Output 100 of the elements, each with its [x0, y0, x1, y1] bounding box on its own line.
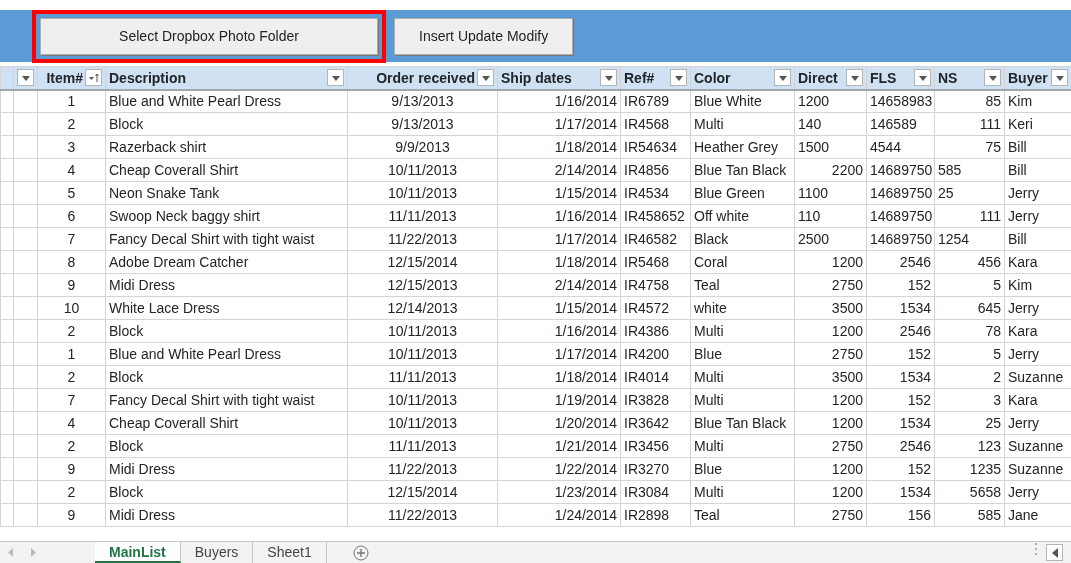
filter-button[interactable]: [670, 69, 687, 87]
table-cell: 2750: [794, 273, 867, 297]
table-cell: 14689750: [866, 204, 935, 228]
filter-button[interactable]: [327, 69, 344, 87]
table-cell: 1/24/2014: [497, 503, 621, 527]
table-cell: 3: [37, 135, 106, 159]
table-cell: 1235: [934, 457, 1005, 481]
table-cell: 156: [866, 503, 935, 527]
table-cell: 5: [934, 273, 1005, 297]
table-cell: 1/16/2014: [497, 89, 621, 113]
table-cell: Blue White: [690, 89, 795, 113]
table-cell: 1534: [866, 411, 935, 435]
table-cell: IR4200: [620, 342, 691, 366]
table-cell: 10/11/2013: [347, 158, 498, 182]
table-cell: 1: [37, 342, 106, 366]
table-cell: IR6789: [620, 89, 691, 113]
column-header: Item#: [45, 68, 83, 88]
table-cell: Multi: [690, 434, 795, 458]
scroll-left-button[interactable]: [1046, 544, 1063, 561]
table-cell: 5: [934, 342, 1005, 366]
table-cell: 14658983: [866, 89, 935, 113]
table-cell: Neon Snake Tank: [105, 181, 348, 205]
table-cell: 2/14/2014: [497, 158, 621, 182]
table-cell: 2200: [794, 158, 867, 182]
table-cell: 110: [794, 204, 867, 228]
table-cell: 10: [37, 296, 106, 320]
table-cell: 585: [934, 503, 1005, 527]
table-cell: IR4386: [620, 319, 691, 343]
more-icon: [1034, 542, 1038, 556]
table-cell: 5: [37, 181, 106, 205]
table-cell: 1200: [794, 480, 867, 504]
table-cell: IR2898: [620, 503, 691, 527]
table-cell: 1200: [794, 250, 867, 274]
table-cell: Block: [105, 365, 348, 389]
table-cell: 2546: [866, 434, 935, 458]
table-cell: Midi Dress: [105, 457, 348, 481]
table-cell: Midi Dress: [105, 503, 348, 527]
table-cell: 1/21/2014: [497, 434, 621, 458]
table-cell: 1/15/2014: [497, 181, 621, 205]
table-cell: 3500: [794, 365, 867, 389]
table-cell: 111: [934, 112, 1005, 136]
table-cell: 1/18/2014: [497, 250, 621, 274]
table-cell: Teal: [690, 273, 795, 297]
table-cell: Adobe Dream Catcher: [105, 250, 348, 274]
table-cell: Block: [105, 112, 348, 136]
table-cell: IR4572: [620, 296, 691, 320]
column-header: FLS: [870, 68, 898, 88]
table-cell: Coral: [690, 250, 795, 274]
table-cell: 10/11/2013: [347, 342, 498, 366]
table-cell: 9: [37, 503, 106, 527]
table-cell: 2: [37, 365, 106, 389]
table-cell: 1200: [794, 411, 867, 435]
filter-button[interactable]: [846, 69, 863, 87]
table-cell: Multi: [690, 365, 795, 389]
table-cell: 1/18/2014: [497, 365, 621, 389]
filter-button[interactable]: [914, 69, 931, 87]
table-cell: Blue and White Pearl Dress: [105, 342, 348, 366]
column-header: Color: [694, 68, 732, 88]
table-cell: Fancy Decal Shirt with tight waist: [105, 227, 348, 251]
table-cell: 152: [866, 388, 935, 412]
filter-button[interactable]: [85, 69, 102, 87]
table-cell: 645: [934, 296, 1005, 320]
table-cell: 3500: [794, 296, 867, 320]
table-cell: 4: [37, 158, 106, 182]
filter-button[interactable]: [477, 69, 494, 87]
column-header: NS: [938, 68, 959, 88]
table-cell: Off white: [690, 204, 795, 228]
table-cell: 2/14/2014: [497, 273, 621, 297]
column-header: Direct: [798, 68, 839, 88]
table-cell: 11/11/2013: [347, 365, 498, 389]
table-cell: 152: [866, 342, 935, 366]
plus-icon: [352, 544, 369, 561]
table-cell: 75: [934, 135, 1005, 159]
table-cell: 9/9/2013: [347, 135, 498, 159]
filter-button[interactable]: [600, 69, 617, 87]
table-cell: 10/11/2013: [347, 181, 498, 205]
table-cell: 7: [37, 227, 106, 251]
table-cell: 585: [934, 158, 1005, 182]
table-cell: IR4014: [620, 365, 691, 389]
table-cell: IR54634: [620, 135, 691, 159]
table-cell: Multi: [690, 112, 795, 136]
filter-button[interactable]: [17, 69, 34, 87]
filter-button[interactable]: [774, 69, 791, 87]
table-cell: 25: [934, 181, 1005, 205]
sheet-tab[interactable]: MainList: [95, 542, 181, 563]
filter-button[interactable]: [1051, 69, 1068, 87]
table-cell: IR4856: [620, 158, 691, 182]
table-cell: 1200: [794, 319, 867, 343]
table-cell: 9/13/2013: [347, 112, 498, 136]
table-cell: 1200: [794, 457, 867, 481]
sort-icon: [87, 72, 100, 83]
table-cell: 1: [37, 89, 106, 113]
table-cell: 11/22/2013: [347, 227, 498, 251]
table-cell: 4544: [866, 135, 935, 159]
table-cell: 14689750: [866, 181, 935, 205]
toolbar-button[interactable]: Insert Update Modify: [394, 17, 574, 55]
table-cell: 1200: [794, 89, 867, 113]
table-cell: 123: [934, 434, 1005, 458]
table-cell: 8: [37, 250, 106, 274]
filter-button[interactable]: [984, 69, 1001, 87]
